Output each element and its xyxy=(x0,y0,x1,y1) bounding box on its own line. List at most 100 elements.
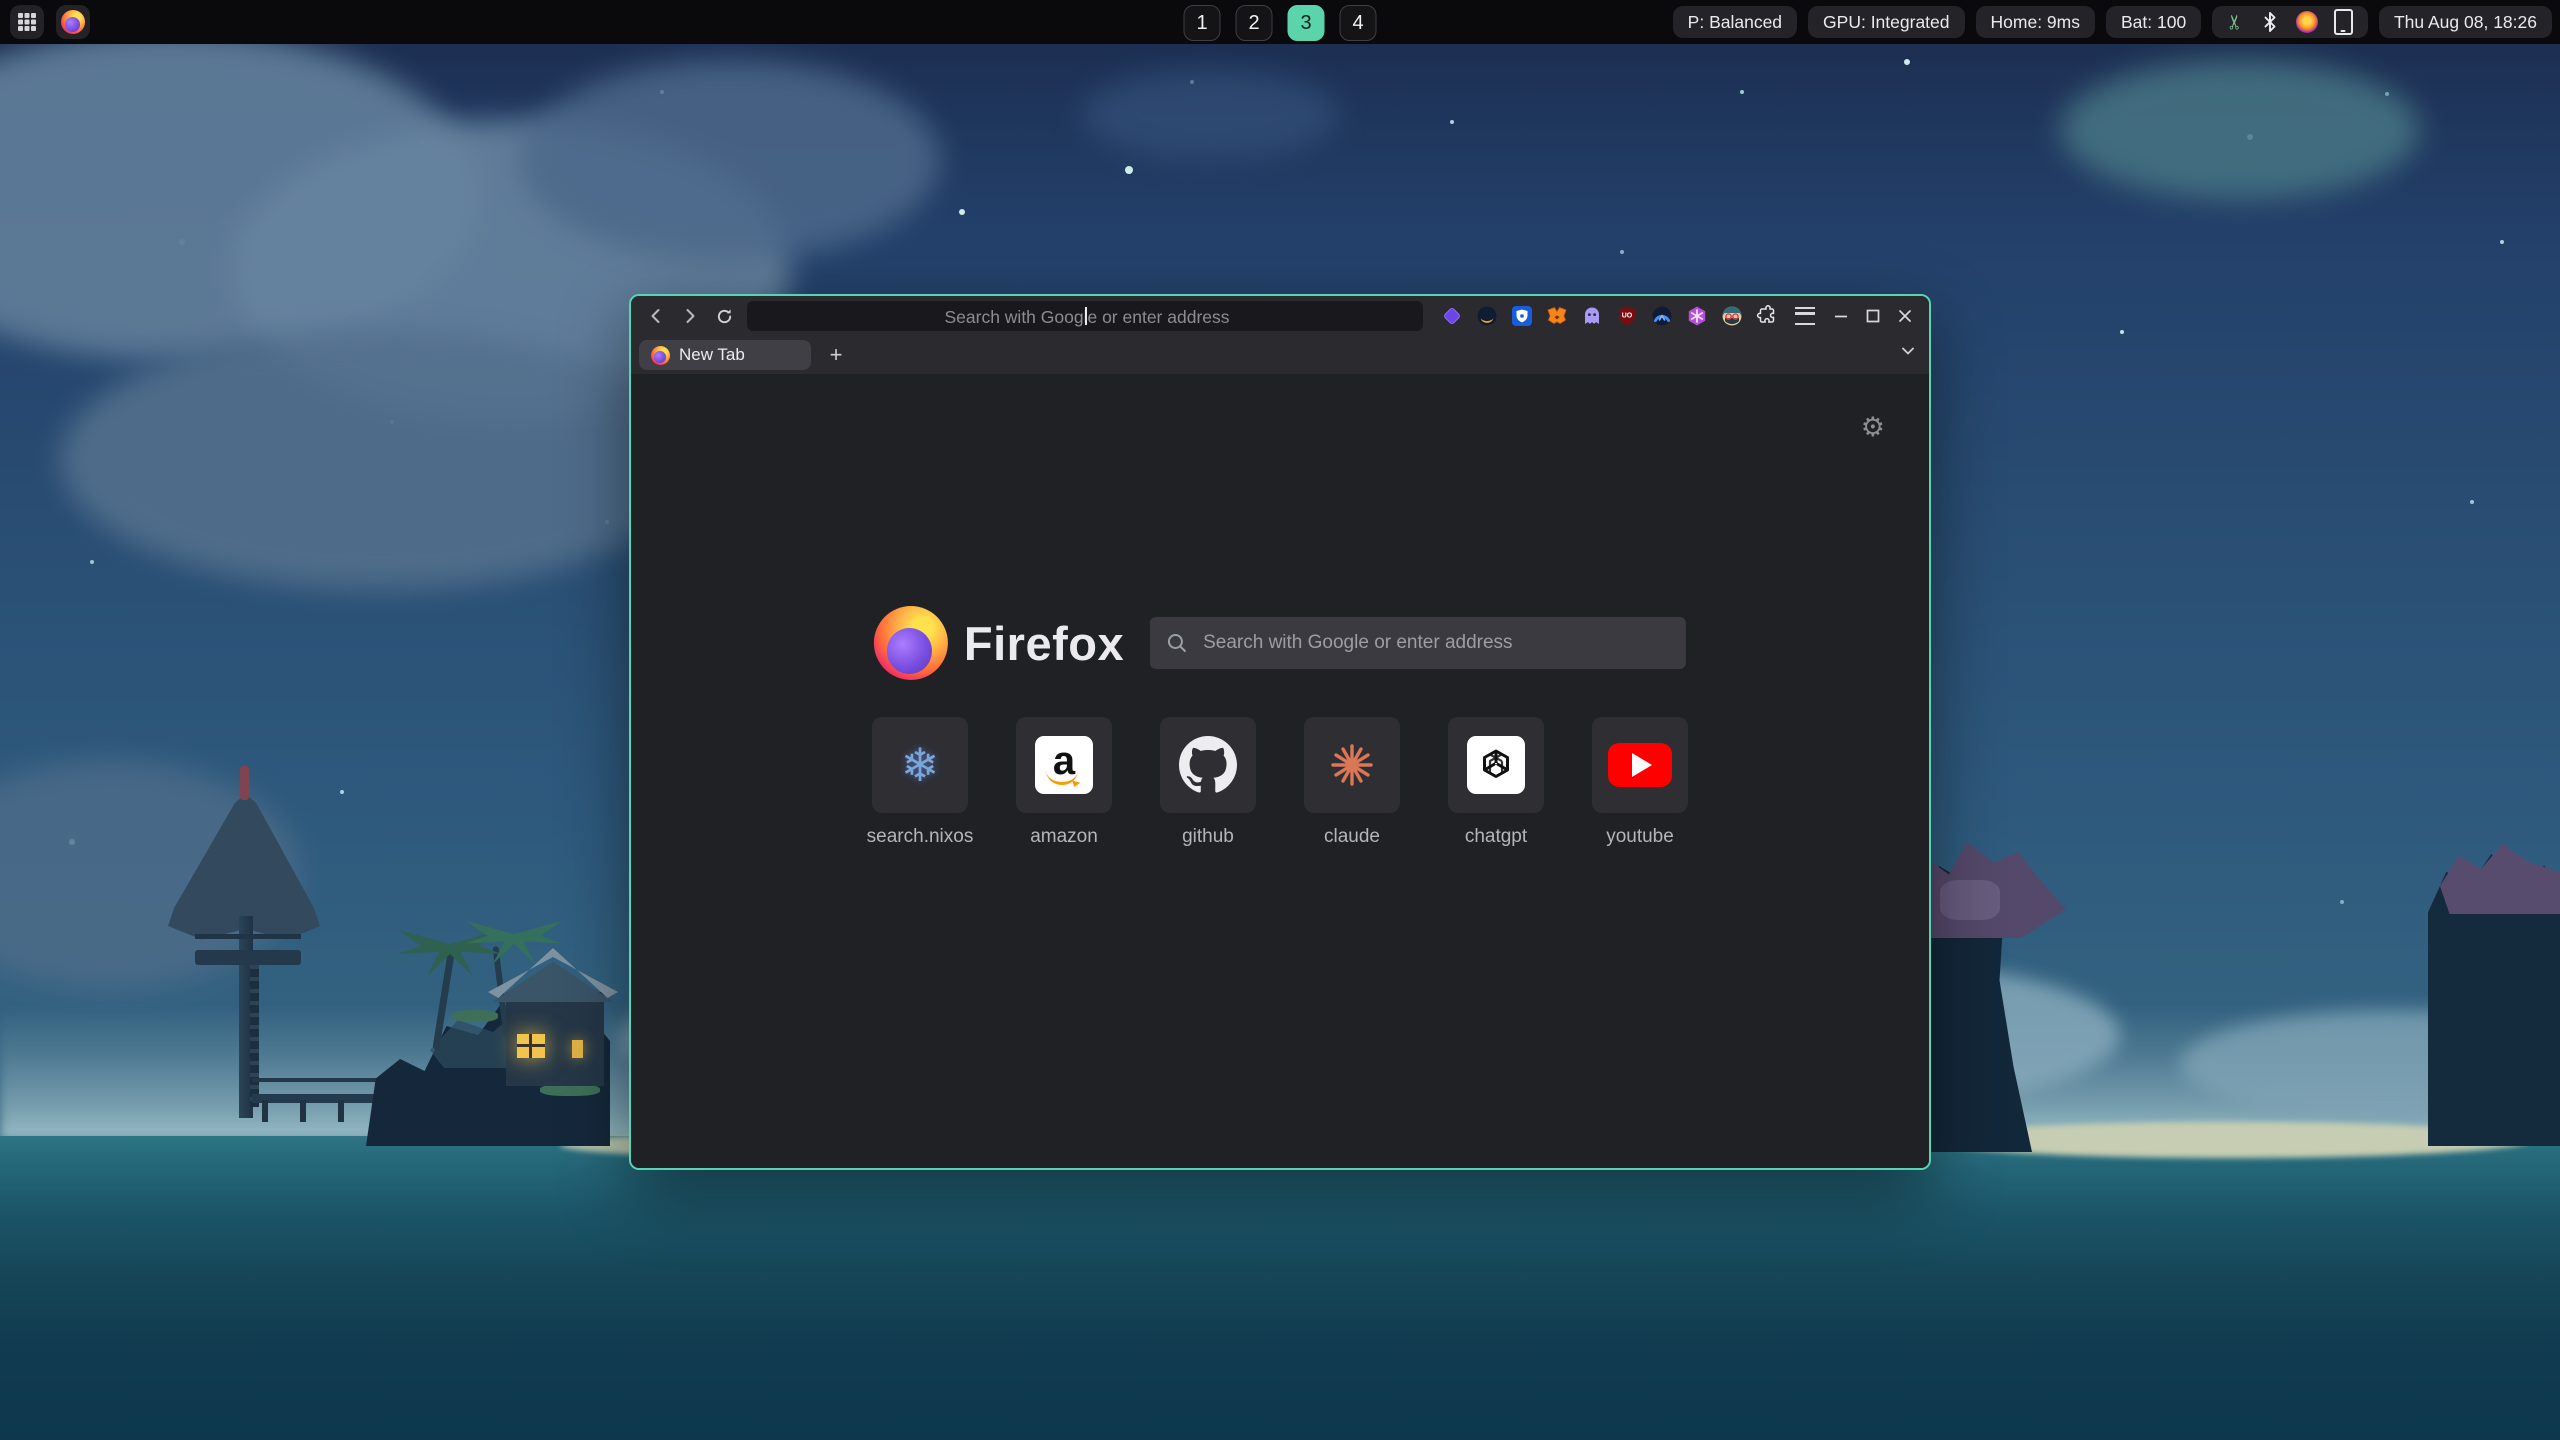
list-all-tabs-button[interactable] xyxy=(1899,342,1917,360)
minimize-button[interactable] xyxy=(1833,308,1849,324)
scissors-tray-icon[interactable]: ✂ xyxy=(2226,14,2246,31)
shortcut-github[interactable]: github xyxy=(1160,717,1256,848)
ublock-origin-extension-icon[interactable]: UO xyxy=(1616,305,1638,327)
purple-diamond-extension-icon[interactable] xyxy=(1441,305,1463,327)
amazon-icon: a xyxy=(1035,736,1093,794)
workspace-button-4[interactable]: 4 xyxy=(1340,5,1377,41)
shortcut-label: amazon xyxy=(1030,826,1098,848)
new-tab-button[interactable]: + xyxy=(821,340,851,370)
text-caret xyxy=(1085,307,1087,325)
newtab-search-box[interactable] xyxy=(1150,617,1686,669)
tab-bar: New Tab + xyxy=(631,336,1929,374)
app-launcher-button[interactable] xyxy=(10,5,44,39)
shortcut-card xyxy=(1448,717,1544,813)
shortcut-chatgpt[interactable]: chatgpt xyxy=(1448,717,1544,848)
firefox-favicon xyxy=(651,346,670,365)
workspace-button-3[interactable]: 3 xyxy=(1288,5,1325,41)
gpu-status-label: GPU: Integrated xyxy=(1823,12,1949,33)
firefox-taskbar-button[interactable] xyxy=(56,5,90,39)
reload-button[interactable] xyxy=(709,301,739,331)
shortcut-amazon[interactable]: a amazon xyxy=(1016,717,1112,848)
maximize-button[interactable] xyxy=(1865,308,1881,324)
shortcut-card xyxy=(1592,717,1688,813)
url-input[interactable] xyxy=(747,301,1427,333)
shortcut-label: github xyxy=(1182,826,1234,848)
github-octocat-icon xyxy=(1179,736,1237,794)
battery-pill[interactable]: Bat: 100 xyxy=(2106,6,2201,38)
amazon-smile-icon xyxy=(1046,769,1078,785)
hut-lit-window xyxy=(517,1034,545,1058)
shortcut-label: youtube xyxy=(1606,826,1674,848)
wallpaper-cloud xyxy=(2060,60,2420,200)
pier-post xyxy=(338,1100,344,1122)
watchtower-platform xyxy=(195,950,301,965)
newtab-page: ⚙ Firefox ❄ search.nixos xyxy=(631,374,1929,1168)
menu-button[interactable] xyxy=(1795,307,1815,325)
shortcut-label: chatgpt xyxy=(1465,826,1527,848)
flameshot-tray-icon[interactable] xyxy=(2296,11,2318,33)
firefox-icon xyxy=(61,10,85,34)
watchtower-ladder xyxy=(250,965,259,1107)
bluetooth-icon[interactable] xyxy=(2260,11,2280,33)
close-button[interactable] xyxy=(1897,308,1913,324)
gpu-status-pill[interactable]: GPU: Integrated xyxy=(1808,6,1964,38)
ublock-badge-text: UO xyxy=(1622,313,1633,320)
claude-starburst-icon xyxy=(1329,742,1375,788)
wallpaper-cloud xyxy=(60,330,700,590)
shortcut-card xyxy=(1160,717,1256,813)
wallpaper-cloud xyxy=(520,60,940,260)
shortcut-label: search.nixos xyxy=(867,826,974,848)
metamask-extension-icon[interactable] xyxy=(1546,305,1568,327)
purple-hexagon-extension-icon[interactable] xyxy=(1686,305,1708,327)
ghostery-extension-icon[interactable] xyxy=(1581,305,1603,327)
youtube-play-icon xyxy=(1608,743,1672,787)
firefox-logo xyxy=(874,606,948,680)
hut-lit-window xyxy=(572,1040,583,1058)
newtab-search-input[interactable] xyxy=(1201,631,1670,655)
pier-post xyxy=(262,1100,268,1122)
back-icon xyxy=(647,307,665,325)
battery-label: Bat: 100 xyxy=(2121,12,2186,33)
shortcut-card xyxy=(1304,717,1400,813)
right-cliff-highlight xyxy=(1940,880,2000,920)
tab-new-tab[interactable]: New Tab xyxy=(639,340,811,370)
workspace-button-1[interactable]: 1 xyxy=(1184,5,1221,41)
firefox-brand: Firefox xyxy=(874,606,1124,680)
system-tray: ✂ xyxy=(2212,6,2368,38)
disguise-extension-icon[interactable] xyxy=(1721,305,1743,327)
dark-reader-extension-icon[interactable] xyxy=(1476,305,1498,327)
unified-extensions-button[interactable] xyxy=(1756,305,1778,327)
nixos-snowflake-icon: ❄ xyxy=(901,742,940,788)
back-button[interactable] xyxy=(641,301,671,331)
latency-pill[interactable]: Home: 9ms xyxy=(1976,6,2095,38)
phone-device-icon[interactable] xyxy=(2334,9,2353,35)
chatgpt-icon xyxy=(1467,736,1525,794)
shortcut-youtube[interactable]: youtube xyxy=(1592,717,1688,848)
extension-icons-row: UO xyxy=(1441,305,1815,327)
forward-button[interactable] xyxy=(675,301,705,331)
newtab-settings-gear-icon[interactable]: ⚙ xyxy=(1861,414,1885,441)
app-grid-icon xyxy=(17,12,37,32)
firefox-wordmark: Firefox xyxy=(964,616,1124,671)
reload-icon xyxy=(715,307,734,326)
shortcut-tiles: ❄ search.nixos a amazon xyxy=(872,717,1688,848)
search-icon xyxy=(1166,632,1188,654)
bitwarden-extension-icon[interactable] xyxy=(1511,305,1533,327)
tab-title: New Tab xyxy=(679,345,745,365)
workspace-switcher: 1 2 3 4 xyxy=(1184,5,1377,41)
clock-pill[interactable]: Thu Aug 08, 18:26 xyxy=(2379,6,2552,38)
shortcut-search-nixos[interactable]: ❄ search.nixos xyxy=(872,717,968,848)
shortcut-card: a xyxy=(1016,717,1112,813)
clock-label: Thu Aug 08, 18:26 xyxy=(2394,12,2537,33)
shortcut-claude[interactable]: claude xyxy=(1304,717,1400,848)
url-bar[interactable] xyxy=(747,301,1423,331)
power-profile-label: P: Balanced xyxy=(1688,12,1782,33)
workspace-button-2[interactable]: 2 xyxy=(1236,5,1273,41)
nordvpn-extension-icon[interactable] xyxy=(1651,305,1673,327)
forward-icon xyxy=(681,307,699,325)
latency-label: Home: 9ms xyxy=(1991,12,2080,33)
watchtower-rail xyxy=(195,934,301,939)
power-profile-pill[interactable]: P: Balanced xyxy=(1673,6,1797,38)
shortcut-label: claude xyxy=(1324,826,1380,848)
pier-post xyxy=(300,1100,306,1122)
